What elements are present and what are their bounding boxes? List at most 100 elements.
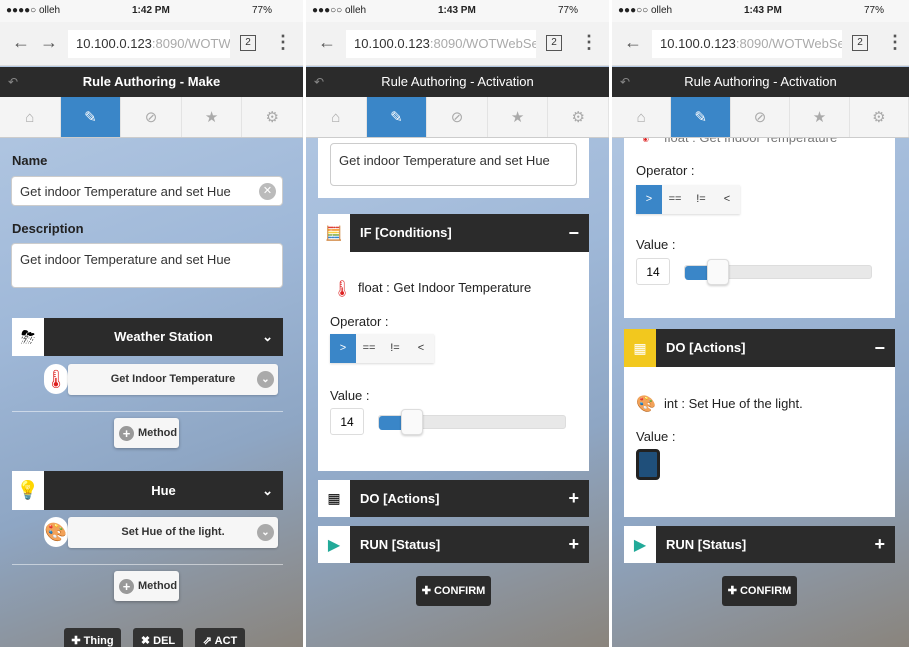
operator-lt[interactable]: < bbox=[714, 185, 740, 214]
name-label: Name bbox=[12, 153, 48, 168]
action-value-label: Value : bbox=[636, 429, 676, 444]
run-status-header[interactable]: RUN [Status] + bbox=[656, 526, 895, 563]
if-conditions-toggle[interactable]: IF [Conditions] − bbox=[350, 214, 589, 252]
do-actions-header[interactable]: DO [Actions] − bbox=[656, 329, 895, 367]
battery: 77% bbox=[558, 5, 579, 16]
tab-settings-icon[interactable]: ⚙ bbox=[242, 97, 303, 137]
tab-home-icon[interactable]: ⌂ bbox=[306, 97, 367, 137]
description-textarea[interactable]: Get indoor Temperature and set Hue bbox=[330, 143, 577, 186]
run-status-header[interactable]: RUN [Status] + bbox=[350, 526, 589, 563]
operator-group: > == != < bbox=[330, 334, 434, 363]
more-menu-icon[interactable]: ⋮ bbox=[886, 32, 904, 53]
minus-icon[interactable]: − bbox=[568, 214, 579, 252]
activate-button[interactable]: ⇗ ACT bbox=[195, 628, 245, 647]
tab-star-icon[interactable]: ★ bbox=[488, 97, 549, 137]
tab-block-icon[interactable]: ⊘ bbox=[121, 97, 182, 137]
conditions-body: 🌡 float : Get Indoor Temperature Operato… bbox=[624, 125, 895, 318]
more-menu-icon[interactable]: ⋮ bbox=[274, 32, 292, 53]
plus-icon[interactable]: + bbox=[874, 526, 885, 563]
operator-gt[interactable]: > bbox=[636, 185, 662, 214]
condition-text: float : Get Indoor Temperature bbox=[358, 280, 532, 295]
tab-settings-icon[interactable]: ⚙ bbox=[850, 97, 909, 137]
confirm-label: CONFIRM bbox=[433, 585, 486, 597]
forward-arrow-icon[interactable]: → bbox=[40, 32, 58, 53]
operator-lt[interactable]: < bbox=[408, 334, 434, 363]
tab-star-icon[interactable]: ★ bbox=[790, 97, 850, 137]
value-input[interactable]: 14 bbox=[636, 258, 670, 285]
status-bar: ●●●●○ olleh 1:42 PM 77% bbox=[0, 0, 303, 22]
url-bar[interactable]: 10.100.0.123:8090/WOTWebServ bbox=[652, 30, 842, 58]
thing-weather-station[interactable]: Weather Station ⌄ bbox=[44, 318, 283, 356]
confirm-button[interactable]: ✚ CONFIRM bbox=[722, 576, 797, 606]
url-bar[interactable]: 10.100.0.123:8090/WOTWebServ bbox=[346, 30, 536, 58]
tab-edit-icon[interactable]: ✎ bbox=[366, 97, 428, 137]
tab-home-icon[interactable]: ⌂ bbox=[0, 97, 61, 137]
tab-star-icon[interactable]: ★ bbox=[182, 97, 243, 137]
back-icon[interactable]: ↶ bbox=[314, 67, 324, 97]
operator-neq[interactable]: != bbox=[382, 334, 408, 363]
operator-neq[interactable]: != bbox=[688, 185, 714, 214]
tab-count-button[interactable]: 2 bbox=[852, 35, 868, 51]
tab-bar: ⌂ ✎ ⊘ ★ ⚙ bbox=[612, 97, 909, 138]
url-host: 10.100.0.123 bbox=[76, 36, 152, 51]
tab-bar: ⌂ ✎ ⊘ ★ ⚙ bbox=[306, 97, 609, 138]
action-text: int : Set Hue of the light. bbox=[664, 396, 803, 411]
url-path: :8090/WOTWebServ bbox=[429, 36, 536, 51]
add-method-button[interactable]: + Method bbox=[114, 571, 179, 601]
title-bar: ↶ Rule Authoring - Activation bbox=[306, 67, 609, 97]
value-label: Value : bbox=[636, 237, 676, 252]
do-actions-header[interactable]: DO [Actions] + bbox=[350, 480, 589, 517]
tab-count-button[interactable]: 2 bbox=[546, 35, 562, 51]
plus-icon[interactable]: + bbox=[568, 480, 579, 517]
delete-button[interactable]: ✖ DEL bbox=[133, 628, 183, 647]
description-textarea[interactable]: Get indoor Temperature and set Hue bbox=[11, 243, 283, 288]
status-bar: ●●●○○ olleh 1:43 PM 77% bbox=[306, 0, 609, 22]
do-label: DO [Actions] bbox=[666, 340, 746, 355]
method-select[interactable]: Set Hue of the light. ⌄ bbox=[68, 517, 278, 548]
time: 1:42 PM bbox=[132, 5, 170, 16]
add-thing-button[interactable]: ✚ Thing bbox=[64, 628, 121, 647]
tab-home-icon[interactable]: ⌂ bbox=[612, 97, 672, 137]
operator-eq[interactable]: == bbox=[662, 185, 688, 214]
thing-hue[interactable]: Hue ⌄ bbox=[44, 471, 283, 510]
value-input[interactable]: 14 bbox=[330, 408, 364, 435]
tab-count-button[interactable]: 2 bbox=[240, 35, 256, 51]
tab-edit-icon[interactable]: ✎ bbox=[60, 97, 122, 137]
plus-icon[interactable]: + bbox=[568, 526, 579, 563]
confirm-button[interactable]: ✚ CONFIRM bbox=[416, 576, 491, 606]
clear-icon[interactable]: ✕ bbox=[259, 183, 276, 200]
back-arrow-icon[interactable]: ← bbox=[624, 32, 642, 53]
back-arrow-icon[interactable]: ← bbox=[12, 32, 30, 53]
tab-edit-icon[interactable]: ✎ bbox=[671, 97, 731, 137]
slider-handle[interactable] bbox=[401, 409, 424, 435]
tab-block-icon[interactable]: ⊘ bbox=[427, 97, 488, 137]
more-menu-icon[interactable]: ⋮ bbox=[580, 32, 598, 53]
method-value: Set Hue of the light. bbox=[121, 526, 225, 538]
back-icon[interactable]: ↶ bbox=[8, 67, 18, 97]
value-label: Value : bbox=[330, 388, 370, 403]
tab-block-icon[interactable]: ⊘ bbox=[731, 97, 791, 137]
browser-bar: ← → 10.100.0.123:8090/WOTWe 2 ⋮ bbox=[0, 22, 303, 66]
chevron-down-icon[interactable]: ⌄ bbox=[262, 318, 273, 356]
method-select[interactable]: Get Indoor Temperature ⌄ bbox=[68, 364, 278, 395]
confirm-label: CONFIRM bbox=[739, 585, 792, 597]
back-arrow-icon[interactable]: ← bbox=[318, 32, 336, 53]
name-input[interactable]: Get indoor Temperature and set Hue ✕ bbox=[11, 176, 283, 206]
plus-icon: + bbox=[119, 578, 134, 594]
url-path: :8090/WOTWe bbox=[151, 36, 230, 51]
url-path: :8090/WOTWebServ bbox=[735, 36, 842, 51]
slider-handle[interactable] bbox=[707, 259, 730, 285]
minus-icon[interactable]: − bbox=[874, 329, 885, 367]
operator-gt[interactable]: > bbox=[330, 334, 356, 363]
thing-name: Weather Station bbox=[114, 329, 213, 344]
screen-make: ●●●●○ olleh 1:42 PM 77% ← → 10.100.0.123… bbox=[0, 0, 303, 647]
hue-color-picker[interactable] bbox=[636, 449, 660, 480]
thermometer-icon: 🌡 bbox=[332, 281, 353, 298]
weather-icon: ⛈ bbox=[12, 318, 44, 356]
chevron-down-icon[interactable]: ⌄ bbox=[262, 471, 273, 510]
url-bar[interactable]: 10.100.0.123:8090/WOTWe bbox=[68, 30, 230, 58]
tab-settings-icon[interactable]: ⚙ bbox=[548, 97, 609, 137]
back-icon[interactable]: ↶ bbox=[620, 67, 630, 97]
add-method-button[interactable]: + Method bbox=[114, 418, 179, 448]
operator-eq[interactable]: == bbox=[356, 334, 382, 363]
